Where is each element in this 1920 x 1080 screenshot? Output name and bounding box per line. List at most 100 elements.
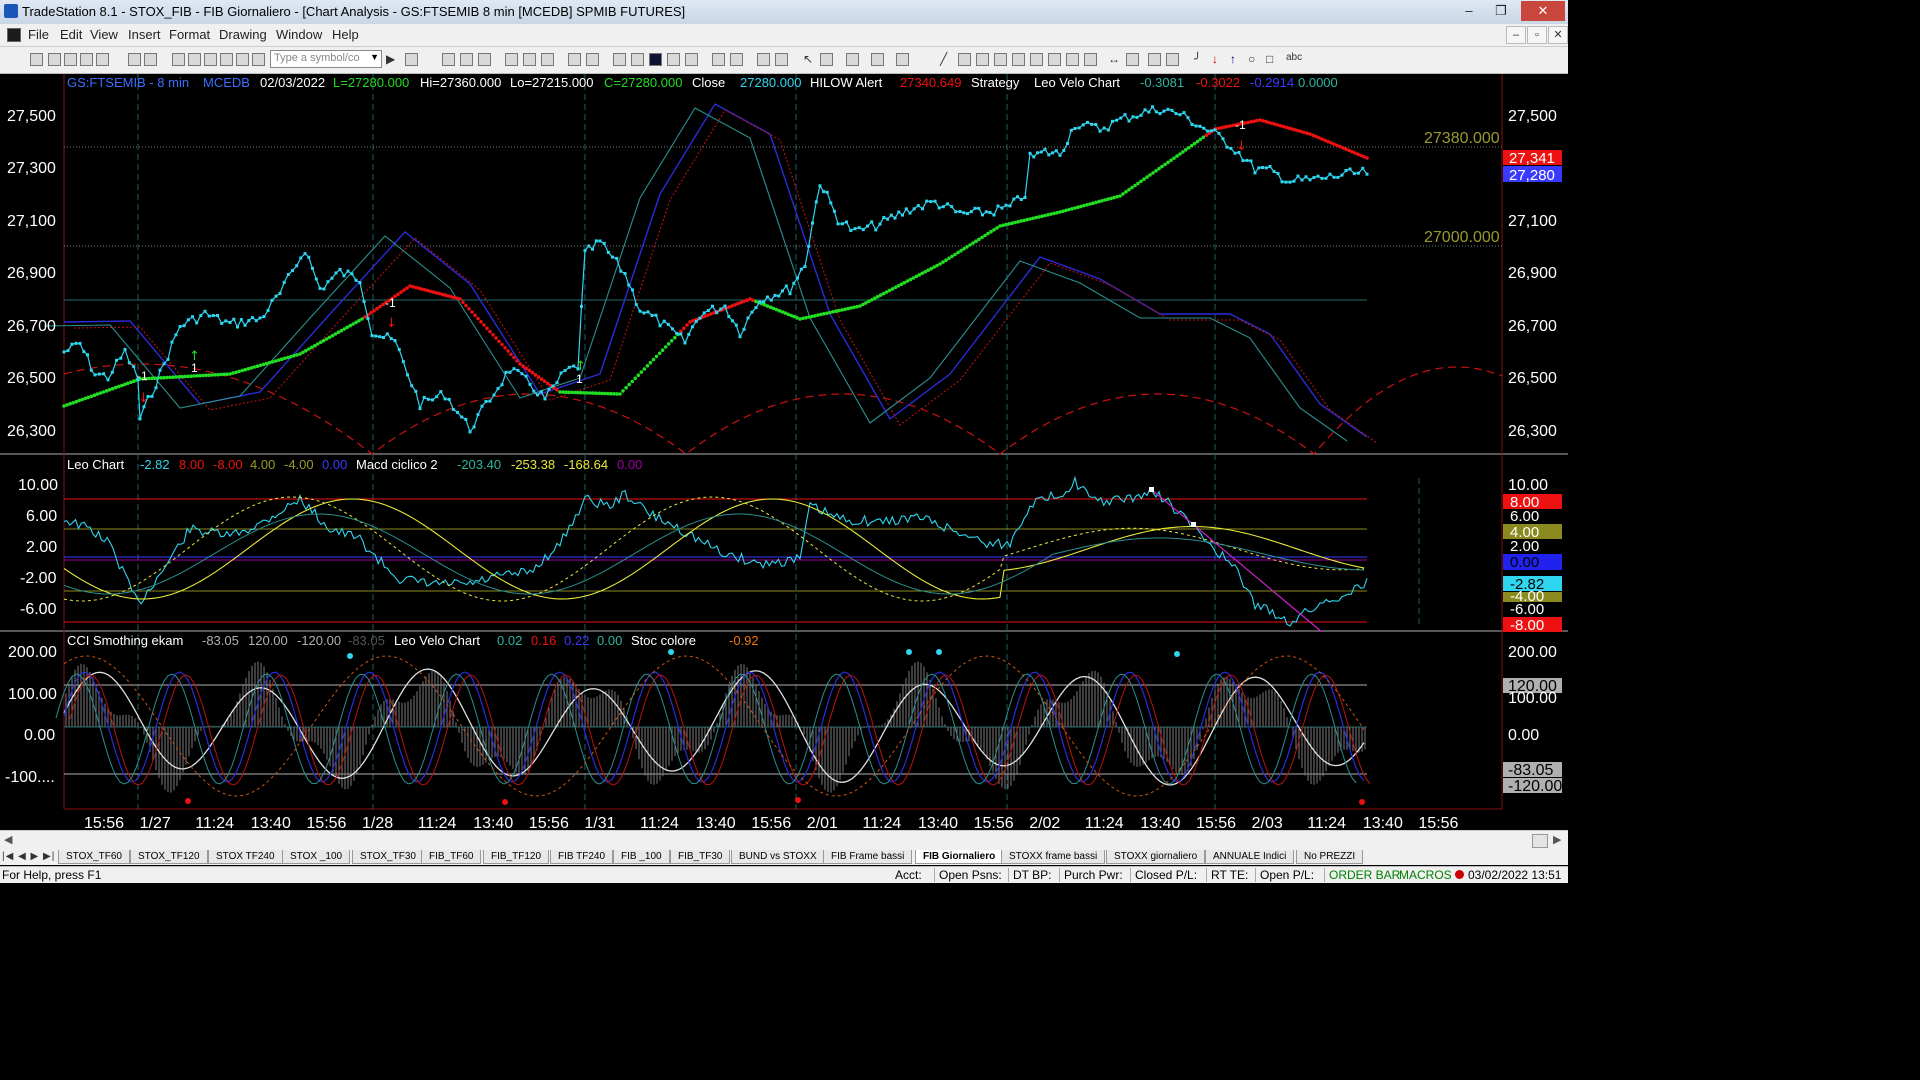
tools-icon[interactable] [846, 53, 859, 66]
data-window-icon[interactable] [871, 53, 884, 66]
workspace-tab[interactable]: STOX_TF120 [130, 850, 208, 864]
workspace-tab[interactable]: FIB Giornaliero [915, 850, 1004, 864]
print-preview-icon[interactable] [144, 53, 157, 66]
horizontal-scrollbar[interactable]: ◀ ▶ [0, 830, 1568, 849]
menu-file[interactable]: File [28, 27, 49, 42]
workspace-tab[interactable]: STOX _100 [282, 850, 351, 864]
expand-icon[interactable] [712, 53, 725, 66]
cut-icon[interactable] [172, 53, 185, 66]
workspace-tab[interactable]: STOXX giornaliero [1106, 850, 1206, 864]
text-tool-icon[interactable]: abc [1286, 52, 1302, 63]
freehand-icon[interactable]: ╯ [1194, 52, 1201, 66]
line-chart-icon[interactable] [685, 53, 698, 66]
chevron-down-icon[interactable]: ▼ [370, 52, 379, 62]
regression-icon[interactable] [1084, 53, 1097, 66]
crosshair-icon[interactable] [820, 53, 833, 66]
workspace-tab[interactable]: STOX_TF30 [352, 850, 424, 864]
cursor-icon[interactable]: ↖ [803, 52, 813, 66]
gann-icon[interactable] [1048, 53, 1061, 66]
hotlist-icon[interactable] [523, 53, 536, 66]
workspace-tab[interactable]: BUND vs STOXX [731, 850, 825, 864]
chart-window-icon[interactable] [7, 28, 21, 42]
tab-nav-arrows-icon[interactable]: |◀ ◀ ▶ ▶| [2, 851, 55, 862]
zoom-out-icon[interactable] [775, 53, 788, 66]
arrows-horizontal-icon[interactable]: ↔ [1108, 52, 1120, 66]
bar-chart-icon[interactable] [649, 53, 662, 66]
menu-window[interactable]: Window [276, 27, 322, 42]
quote-icon[interactable] [405, 53, 418, 66]
vertical-line-icon[interactable] [958, 53, 971, 66]
scroll-right-icon[interactable]: ▶ [1553, 833, 1561, 846]
workspace-tab[interactable]: STOX_TF60 [58, 850, 130, 864]
indicator-icon[interactable] [613, 53, 626, 66]
chart-icon[interactable] [442, 53, 455, 66]
compress-icon[interactable] [730, 53, 743, 66]
color-icon[interactable] [252, 53, 265, 66]
radar-icon[interactable] [460, 53, 473, 66]
workspace-tab[interactable]: FIB TF240 [550, 850, 614, 864]
matrix-icon[interactable] [478, 53, 491, 66]
menu-insert[interactable]: Insert [128, 27, 161, 42]
channel-icon[interactable] [1012, 53, 1025, 66]
scroll-left-icon[interactable]: ◀ [4, 833, 12, 846]
andrews-icon[interactable] [1066, 53, 1079, 66]
workspace-tab[interactable]: No PREZZI [1296, 850, 1364, 864]
rectangle-icon[interactable]: □ [1266, 52, 1273, 66]
chart-area[interactable]: GS:FTSEMIB - 8 min MCEDB 02/03/2022 L=27… [0, 74, 1568, 830]
mdi-close-button[interactable]: ✕ [1548, 26, 1568, 44]
zoom-in-icon[interactable] [757, 53, 770, 66]
horizontal-line-icon[interactable] [976, 53, 989, 66]
macros-button[interactable]: MACROS [1399, 868, 1452, 882]
workspace-tab[interactable]: FIB Frame bassi [823, 850, 913, 864]
menu-drawing[interactable]: Drawing [219, 27, 267, 42]
menu-format[interactable]: Format [169, 27, 210, 42]
save-all-icon[interactable] [80, 53, 93, 66]
print-icon[interactable] [128, 53, 141, 66]
window-icon[interactable] [568, 53, 581, 66]
ellipse-icon[interactable]: ○ [1248, 52, 1255, 66]
menu-help[interactable]: Help [332, 27, 359, 42]
cycle-icon[interactable] [1126, 53, 1139, 66]
speed-lines-icon[interactable] [1030, 53, 1043, 66]
arc-icon[interactable] [1148, 53, 1161, 66]
workspace-tab[interactable]: FIB_TF120 [483, 850, 550, 864]
minimize-button[interactable]: – [1453, 1, 1485, 21]
workspace-tab[interactable]: FIB_TF30 [670, 850, 731, 864]
fib-icon[interactable] [994, 53, 1007, 66]
workspace-tab[interactable]: STOXX frame bassi [1001, 850, 1106, 864]
alert-icon[interactable] [896, 53, 909, 66]
close-button[interactable]: ✕ [1521, 1, 1565, 21]
workspace-tab[interactable]: FIB_TF60 [421, 850, 482, 864]
trendline-icon[interactable]: ╱ [940, 52, 947, 66]
order-bar-button[interactable]: ORDER BAR [1324, 868, 1400, 882]
pencil-icon[interactable] [1166, 53, 1179, 66]
mdi-restore-button[interactable]: ▫ [1527, 26, 1547, 44]
mdi-minimize-button[interactable]: – [1506, 26, 1526, 44]
workspace-tab[interactable]: STOX TF240 [208, 850, 283, 864]
save-workspace-icon[interactable] [96, 53, 109, 66]
candle-icon[interactable] [667, 53, 680, 66]
up-arrow-icon[interactable]: ↑ [1230, 52, 1236, 66]
scroll-thumb[interactable] [1532, 834, 1548, 848]
open-icon[interactable] [48, 53, 61, 66]
format-icon[interactable] [236, 53, 249, 66]
strategy-icon[interactable] [631, 53, 644, 66]
menu-view[interactable]: View [90, 27, 118, 42]
workspace-tab[interactable]: FIB _100 [613, 850, 670, 864]
maximize-button[interactable]: ❐ [1485, 1, 1517, 21]
save-icon[interactable] [64, 53, 77, 66]
paste-icon[interactable] [204, 53, 217, 66]
down-arrow-icon[interactable]: ↓ [1212, 52, 1218, 66]
trend-dot [977, 237, 981, 242]
workspace-tab[interactable]: ANNUALE Indici [1205, 850, 1295, 864]
menu-edit[interactable]: Edit [60, 27, 82, 42]
new-icon[interactable] [30, 53, 43, 66]
scanner-icon[interactable] [505, 53, 518, 66]
copy-icon[interactable] [188, 53, 201, 66]
news-icon[interactable] [541, 53, 554, 66]
trend-dot [837, 308, 841, 313]
lock-icon[interactable] [220, 53, 233, 66]
symbol-input[interactable]: Type a symbol/co ▼ [270, 50, 382, 68]
go-arrow-icon[interactable]: ▶ [386, 52, 395, 66]
cascade-icon[interactable] [586, 53, 599, 66]
